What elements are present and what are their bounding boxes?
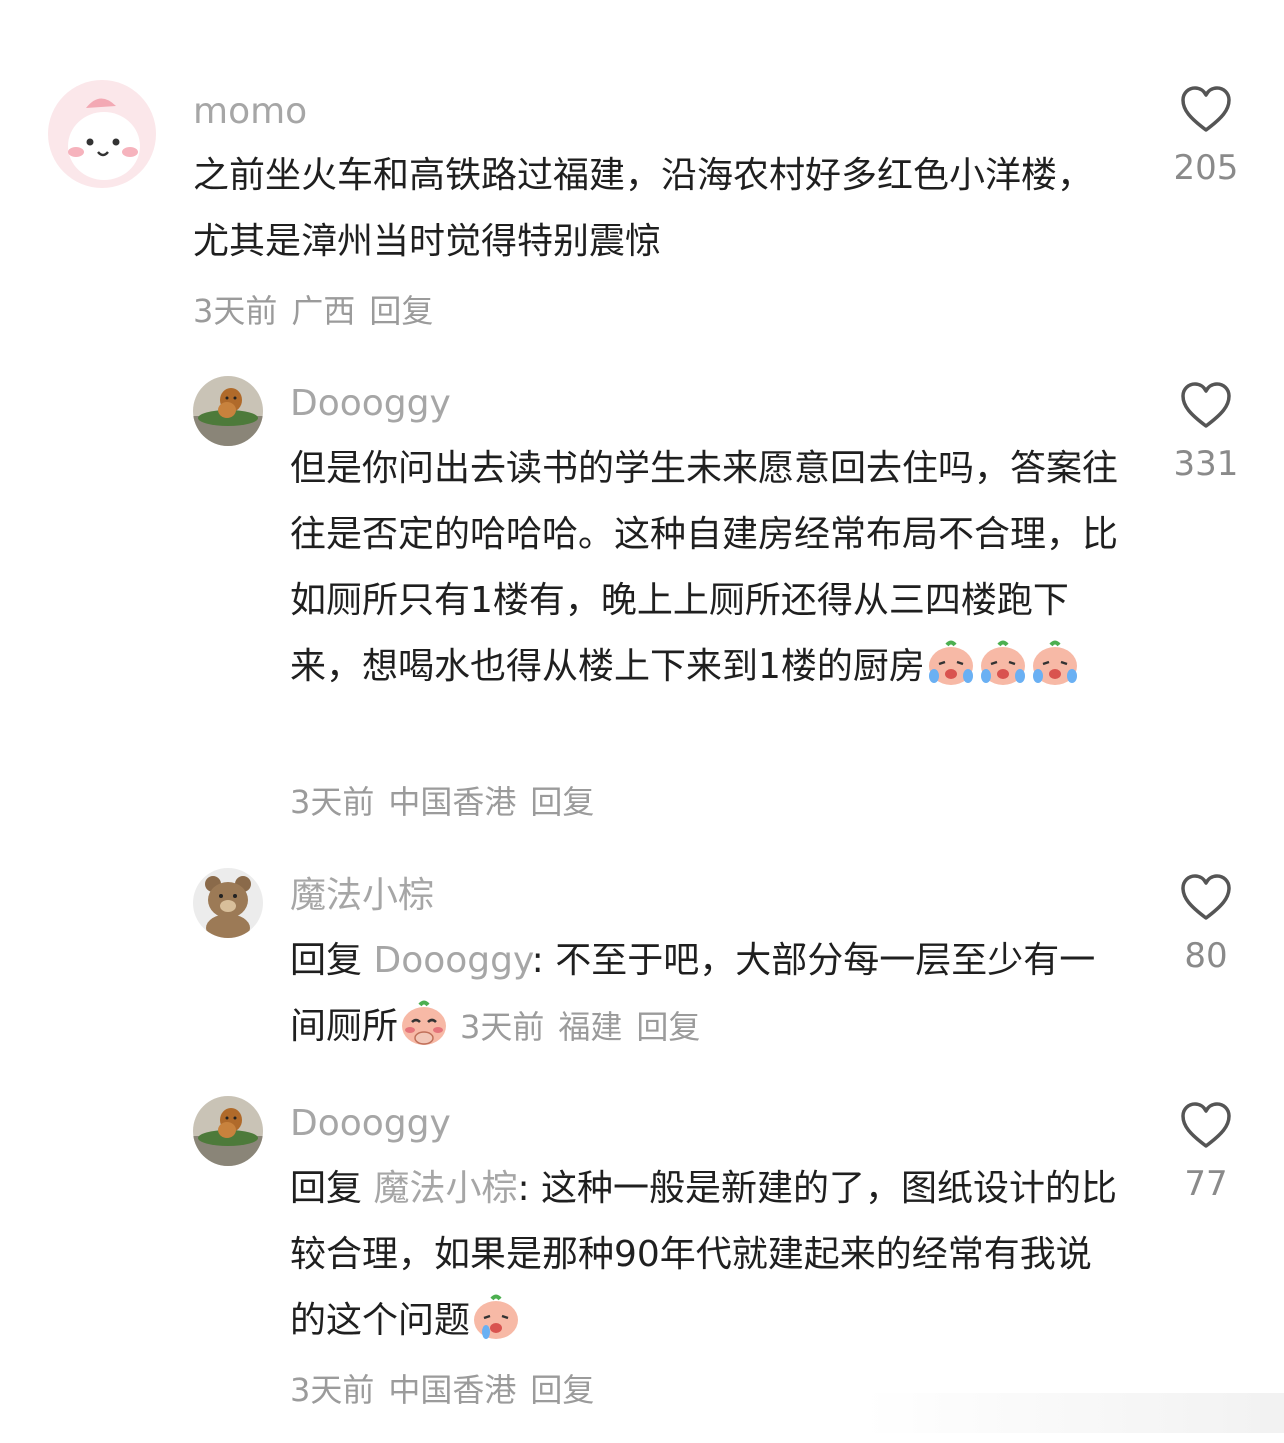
bottom-fade <box>864 1393 1284 1433</box>
like-count: 77 <box>1184 1164 1228 1204</box>
comment-time: 3天前 <box>290 1371 375 1409</box>
comment-username[interactable]: Doooggy <box>290 1102 451 1146</box>
reply-prefix: 回复 <box>290 940 363 981</box>
reply-button[interactable]: 回复 <box>636 1008 700 1046</box>
crying-peach-emoji <box>474 1294 519 1339</box>
comment-time: 3天前 <box>193 292 278 330</box>
reply-button[interactable]: 回复 <box>530 783 594 821</box>
crying-peach-emoji <box>1032 640 1077 685</box>
crying-peach-emoji <box>928 640 973 685</box>
like-count: 331 <box>1173 444 1239 484</box>
like-count: 205 <box>1173 148 1239 188</box>
reply-button[interactable]: 回复 <box>369 292 433 330</box>
reply-prefix: 回复 <box>290 1168 363 1209</box>
reply-item: Doooggy 回复 魔法小棕: 这种一般是新建的了，图纸设计的比较合理，如果是… <box>0 1080 1284 1443</box>
like-button[interactable]: 331 <box>1151 382 1261 484</box>
heart-outline-icon <box>1181 874 1231 920</box>
crying-peach-emoji <box>980 640 1025 685</box>
comment-item: momo 之前坐火车和高铁路过福建，沿海农村好多红色小洋楼，尤其是漳州当时觉得特… <box>0 0 1284 360</box>
heart-outline-icon <box>1181 86 1231 132</box>
heart-outline-icon <box>1181 1102 1231 1148</box>
like-button[interactable]: 80 <box>1151 874 1261 976</box>
heart-outline-icon <box>1181 382 1231 428</box>
avatar[interactable] <box>193 376 263 446</box>
shy-peach-emoji <box>402 1000 447 1045</box>
reply-item: Doooggy 但是你问出去读书的学生未来愿意回去住吗，答案往往是否定的哈哈哈。… <box>0 360 1284 850</box>
like-button[interactable]: 205 <box>1151 86 1261 188</box>
comment-location: 中国香港 <box>388 1371 517 1409</box>
comment-location: 中国香港 <box>388 783 517 821</box>
comment-text: 但是你问出去读书的学生未来愿意回去住吗，答案往往是否定的哈哈哈。这种自建房经常布… <box>290 436 1120 700</box>
reply-item: 魔法小棕 回复 Doooggy: 不至于吧，大部分每一层至少有一间厕所 3天前 福建… <box>0 850 1284 1090</box>
avatar[interactable] <box>193 1096 263 1166</box>
comment-username[interactable]: Doooggy <box>290 382 451 426</box>
avatar[interactable] <box>193 868 263 938</box>
comment-meta: 3天前 中国香港 回复 <box>290 782 608 822</box>
comment-time: 3天前 <box>460 1008 545 1046</box>
mention-link[interactable]: Doooggy <box>373 940 531 981</box>
comment-text: 之前坐火车和高铁路过福建，沿海农村好多红色小洋楼，尤其是漳州当时觉得特别震惊 <box>193 155 1094 262</box>
comment-text: 回复 Doooggy: 不至于吧，大部分每一层至少有一间厕所 3天前 福建 回复 <box>290 928 1110 1060</box>
comment-meta: 3天前 中国香港 回复 <box>290 1370 608 1410</box>
comment-meta: 3天前 广西 回复 <box>193 291 447 331</box>
comment-time: 3天前 <box>290 783 375 821</box>
comment-username[interactable]: momo <box>193 90 307 134</box>
comment-location: 福建 <box>558 1008 623 1046</box>
comment-meta: 3天前 福建 回复 <box>460 1008 714 1046</box>
like-button[interactable]: 77 <box>1151 1102 1261 1204</box>
comment-username[interactable]: 魔法小棕 <box>290 874 434 918</box>
comment-text: 回复 魔法小棕: 这种一般是新建的了，图纸设计的比较合理，如果是那种90年代就建… <box>290 1156 1120 1354</box>
mention-link[interactable]: 魔法小棕 <box>373 1168 517 1209</box>
comment-location: 广西 <box>291 292 356 330</box>
avatar[interactable] <box>48 80 156 188</box>
reply-button[interactable]: 回复 <box>530 1371 594 1409</box>
like-count: 80 <box>1184 936 1228 976</box>
